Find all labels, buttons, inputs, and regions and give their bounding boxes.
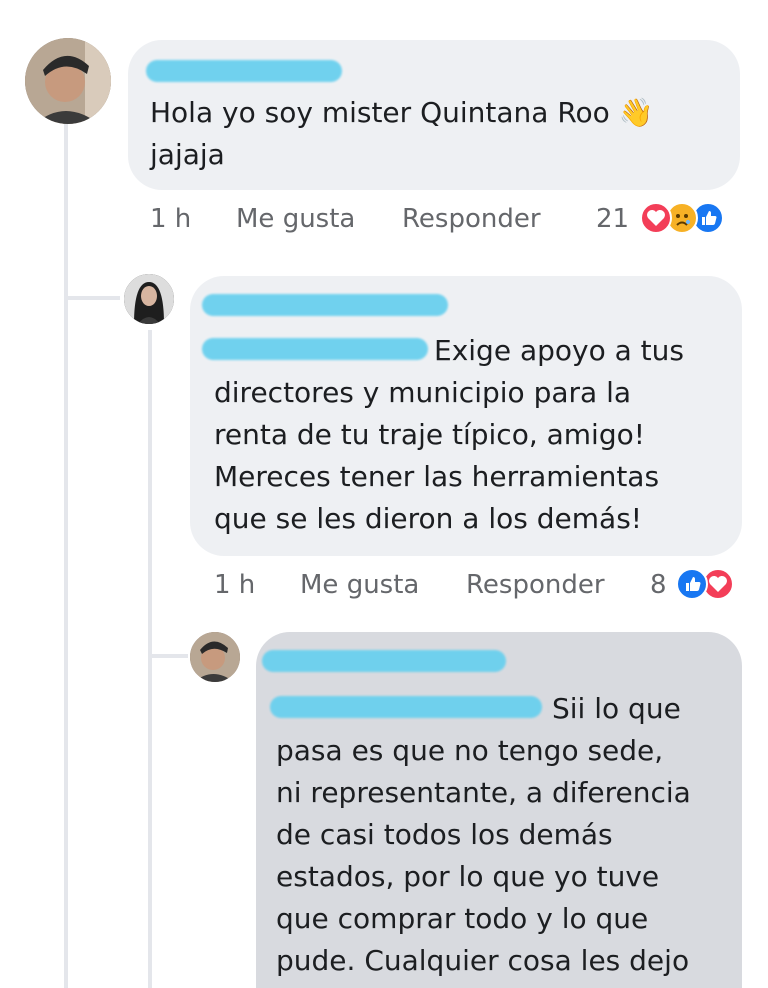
like-icon [676,568,708,600]
thread-connector [64,296,120,300]
thread-connector-nested [148,654,188,658]
author-name-redacted[interactable] [202,294,448,316]
comment-text: Hola yo soy mister Quintana Roo 👋 jajaja [150,96,654,171]
like-button[interactable]: Me gusta [236,204,355,234]
avatar[interactable] [25,38,111,124]
author-name-redacted[interactable] [146,60,342,82]
avatar-photo-icon [190,632,240,682]
timestamp[interactable]: 1 h [150,204,191,234]
reaction-count[interactable]: 21 [596,204,629,234]
comment-text: Sii lo que pasa es que no tengo sede, ni… [276,692,691,977]
thread-line [64,120,68,988]
like-button[interactable]: Me gusta [300,570,419,600]
avatar-photo-icon [124,274,174,324]
timestamp[interactable]: 1 h [214,570,255,600]
avatar[interactable] [190,632,240,682]
author-name-redacted[interactable] [262,650,506,672]
reply-button[interactable]: Responder [466,570,605,600]
love-icon [640,202,672,234]
thread-line-nested [148,330,152,988]
reaction-count[interactable]: 8 [650,570,667,600]
avatar[interactable] [124,274,174,324]
comment-text: Exige apoyo a tus directores y municipio… [214,334,684,535]
wave-emoji: 👋 [618,96,654,129]
avatar-photo-icon [25,38,111,124]
reply-button[interactable]: Responder [402,204,541,234]
